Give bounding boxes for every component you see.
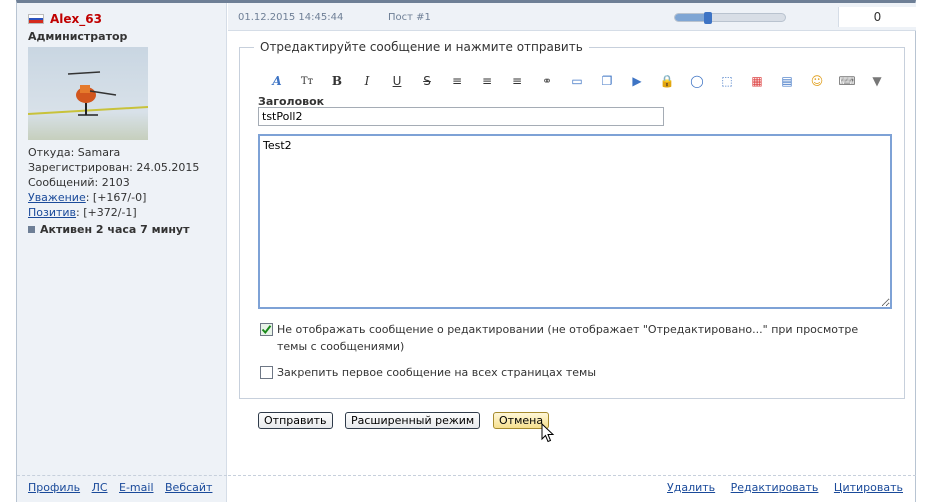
no-edit-notice-checkbox[interactable] (260, 323, 273, 336)
status-square-icon (28, 226, 35, 233)
user-links: Профиль ЛС E-mail Вебсайт (28, 481, 220, 494)
edit-fieldset: Отредактируйте сообщение и нажмите отпра… (239, 40, 905, 399)
user-divider (17, 475, 227, 476)
profile-link[interactable]: Профиль (28, 481, 80, 494)
post-header: 01.12.2015 14:45:44 Пост #1 0 (228, 3, 916, 31)
option-pin-first[interactable]: Закрепить первое сообщение на всех стран… (260, 364, 596, 381)
title-input[interactable] (258, 107, 664, 126)
option-no-edit-notice[interactable]: Не отображать сообщение о редактировании… (260, 321, 880, 355)
lock-icon[interactable]: 🔒 (652, 72, 682, 90)
rating-slider[interactable] (674, 12, 786, 24)
advanced-mode-button[interactable]: Расширенный режим (345, 412, 481, 429)
user-pane: Alex_63 Администратор Откуда: Samara Зар… (17, 3, 227, 502)
message-textarea[interactable]: Test2 (258, 134, 892, 309)
user-info: Откуда: Samara Зарегистрирован: 24.05.20… (28, 145, 199, 220)
rating-value: 0 (838, 7, 916, 27)
align-right-icon[interactable]: ≡ (502, 72, 532, 90)
table-icon[interactable]: ▤ (772, 72, 802, 90)
user-posts: Сообщений: 2103 (28, 176, 130, 189)
pin-first-label: Закрепить первое сообщение на всех стран… (277, 366, 597, 379)
activity-text: Активен 2 часа 7 минут (40, 223, 190, 236)
username-row: Alex_63 (28, 12, 102, 26)
rating-slider-handle[interactable] (704, 12, 712, 24)
bold-icon[interactable]: B (322, 72, 352, 90)
bbcode-toolbar: A Тт B I U S ≡ ≡ ≡ ⚭ ▭ ❐ ▶ 🔒 ◯ ⬚ ▦ ▤ ☺ ⌨ ▼ (262, 72, 892, 90)
post-divider (228, 475, 916, 476)
activity-status: Активен 2 часа 7 минут (28, 223, 189, 236)
keyboard-icon[interactable]: ⌨ (832, 72, 862, 90)
post-actions: Удалить Редактировать Цитировать (655, 481, 903, 494)
positive-value: : [+372/-1] (76, 206, 137, 219)
link-icon[interactable]: ⚭ (532, 72, 562, 90)
website-link[interactable]: Вебсайт (165, 481, 212, 494)
speech-bubble-icon[interactable]: ◯ (682, 72, 712, 90)
positive-link[interactable]: Позитив (28, 206, 76, 219)
italic-icon[interactable]: I (352, 72, 382, 90)
underline-icon[interactable]: U (382, 72, 412, 90)
pm-link[interactable]: ЛС (92, 481, 108, 494)
book-icon[interactable]: ▭ (562, 72, 592, 90)
delete-link[interactable]: Удалить (667, 481, 715, 494)
user-role: Администратор (28, 30, 128, 43)
post-number[interactable]: Пост #1 (388, 12, 431, 23)
no-edit-notice-label: Не отображать сообщение о редактировании… (277, 323, 859, 353)
russia-flag-icon (28, 14, 44, 24)
strikethrough-icon[interactable]: S (412, 72, 442, 90)
username[interactable]: Alex_63 (50, 12, 102, 26)
align-left-icon[interactable]: ≡ (442, 72, 472, 90)
email-link[interactable]: E-mail (119, 481, 154, 494)
quote-link[interactable]: Цитировать (834, 481, 903, 494)
font-icon[interactable]: A (262, 72, 292, 90)
font-size-icon[interactable]: Тт (292, 72, 322, 90)
align-center-icon[interactable]: ≡ (472, 72, 502, 90)
checkmark-icon (261, 325, 272, 335)
user-from: Откуда: Samara (28, 146, 121, 159)
more-dropdown-icon[interactable]: ▼ (862, 72, 892, 90)
image-icon[interactable]: ⬚ (712, 72, 742, 90)
smiley-icon[interactable]: ☺ (802, 72, 832, 90)
post-date: 01.12.2015 14:45:44 (238, 12, 344, 23)
play-icon[interactable]: ▶ (622, 72, 652, 90)
mouse-cursor-icon (541, 423, 555, 443)
edit-legend: Отредактируйте сообщение и нажмите отпра… (254, 40, 589, 54)
edit-link[interactable]: Редактировать (731, 481, 819, 494)
forum-post: Alex_63 Администратор Откуда: Samara Зар… (16, 0, 916, 502)
pin-first-checkbox[interactable] (260, 366, 273, 379)
color-grid-icon[interactable]: ▦ (742, 72, 772, 90)
copy-icon[interactable]: ❐ (592, 72, 622, 90)
avatar (28, 47, 148, 140)
submit-button[interactable]: Отправить (258, 412, 333, 429)
respect-value: : [+167/-0] (85, 191, 147, 204)
respect-link[interactable]: Уважение (28, 191, 86, 204)
user-registered: Зарегистрирован: 24.05.2015 (28, 161, 200, 174)
